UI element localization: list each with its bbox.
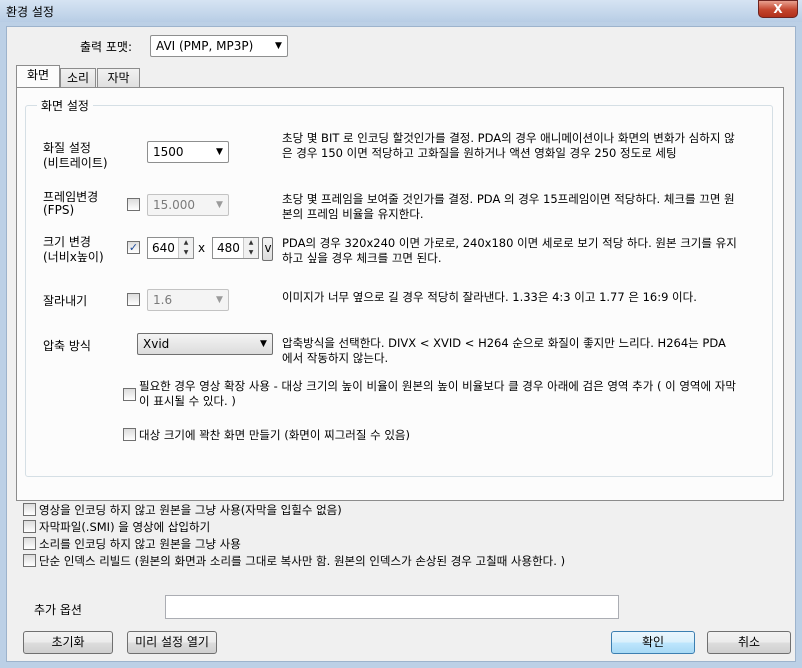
tab-sound-label: 소리 [66, 71, 90, 85]
output-format-dropdown[interactable]: AVI (PMP, MP3P) ▼ [150, 35, 288, 57]
cancel-button-label: 취소 [737, 635, 761, 649]
cancel-button[interactable]: 취소 [707, 631, 791, 654]
output-format-label: 출력 포맷: [80, 40, 133, 54]
chevron-down-icon: ▼ [216, 147, 223, 157]
crop-description: 이미지가 너무 옆으로 길 경우 적당히 잘라낸다. 1.33은 4:3 이고 … [282, 290, 697, 304]
open-presets-label: 미리 설정 열기 [135, 635, 209, 649]
size-sublabel: (너비x높이) [43, 250, 104, 264]
close-button[interactable]: X [758, 0, 798, 18]
tab-subtitle-label: 자막 [107, 71, 130, 85]
option-checkbox-embed-subtitle[interactable] [23, 520, 36, 533]
chevron-down-icon: ▼ [275, 41, 282, 51]
quality-sublabel: (비트레이트) [43, 156, 108, 170]
extra-options-label: 추가 옵션 [34, 603, 82, 617]
chevron-down-icon: ▼ [216, 200, 223, 210]
spin-up-icon[interactable]: ▲ [179, 238, 193, 248]
ok-button[interactable]: 확인 [611, 631, 695, 654]
reset-button-label: 초기화 [51, 635, 85, 649]
option-checkbox-no-audio-encode[interactable] [23, 537, 36, 550]
open-presets-button[interactable]: 미리 설정 열기 [127, 631, 217, 654]
fps-description: 초당 몇 프레임을 보여줄 것인가를 결정. PDA 의 경우 15프레임이면 … [282, 192, 735, 221]
crop-value: 1.6 [153, 293, 173, 307]
option-checkbox-index-rebuild[interactable] [23, 554, 36, 567]
width-spin-buttons[interactable]: ▲ ▼ [178, 238, 193, 258]
stretch-label: 대상 크기에 꽉찬 화면 만들기 (화면이 찌그러질 수 있음) [139, 428, 410, 442]
bitrate-dropdown[interactable]: 1500 ▼ [147, 141, 229, 163]
extra-options-input[interactable] [165, 595, 619, 619]
spin-up-icon[interactable]: ▲ [244, 238, 258, 248]
tab-sound[interactable]: 소리 [60, 68, 96, 87]
chevron-down-icon: ▼ [260, 339, 267, 349]
height-value: 480 [217, 241, 240, 255]
reset-button[interactable]: 초기화 [23, 631, 113, 654]
crop-checkbox[interactable] [127, 293, 140, 306]
width-stepper[interactable]: 640 ▲ ▼ [147, 237, 194, 259]
option-label-index-rebuild: 단순 인덱스 리빌드 (원본의 화면과 소리를 그대로 복사만 함. 원본의 인… [39, 554, 566, 568]
tab-screen-label: 화면 [26, 68, 50, 82]
codec-dropdown[interactable]: Xvid ▼ [137, 333, 273, 355]
crop-dropdown[interactable]: 1.6 ▼ [147, 289, 229, 311]
size-checkbox[interactable]: ✓ [127, 241, 140, 254]
size-preset-button[interactable]: v [262, 237, 273, 261]
group-label: 화면 설정 [37, 97, 93, 114]
output-format-value: AVI (PMP, MP3P) [156, 39, 254, 53]
tab-screen[interactable]: 화면 [16, 65, 60, 87]
window-title: 환경 설정 [6, 5, 54, 19]
title-bar: 환경 설정 X [0, 0, 802, 22]
size-preset-label: v [264, 241, 272, 255]
bitrate-value: 1500 [153, 145, 184, 159]
option-checkbox-no-video-encode[interactable] [23, 503, 36, 516]
fps-checkbox[interactable] [127, 198, 140, 211]
tab-subtitle[interactable]: 자막 [97, 68, 140, 87]
codec-description: 압축방식을 선택한다. DIVX < XVID < H264 순으로 화질이 좋… [282, 336, 726, 365]
option-label-no-video-encode: 영상을 인코딩 하지 않고 원본을 그냥 사용(자막을 입힐수 없음) [39, 503, 342, 517]
size-description: PDA의 경우 320x240 이면 가로로, 240x180 이면 세로로 보… [282, 236, 737, 265]
fps-value: 15.000 [153, 198, 195, 212]
close-icon: X [773, 2, 783, 16]
dialog-client: 출력 포맷: AVI (PMP, MP3P) ▼ 소리 자막 화면 설정 화질 … [6, 26, 796, 662]
letterbox-checkbox[interactable] [123, 388, 136, 401]
spin-down-icon[interactable]: ▼ [244, 248, 258, 258]
fps-dropdown[interactable]: 15.000 ▼ [147, 194, 229, 216]
height-spin-buttons[interactable]: ▲ ▼ [243, 238, 258, 258]
letterbox-label: 필요한 경우 영상 확장 사용 - 대상 크기의 높이 비율이 원본의 높이 비… [139, 379, 736, 408]
option-label-no-audio-encode: 소리를 인코딩 하지 않고 원본을 그냥 사용 [39, 537, 241, 551]
height-stepper[interactable]: 480 ▲ ▼ [212, 237, 259, 259]
fps-sublabel: (FPS) [43, 203, 75, 217]
spin-down-icon[interactable]: ▼ [179, 248, 193, 258]
stretch-checkbox[interactable] [123, 428, 136, 441]
screen-tab-panel: 화면 설정 화질 설정 (비트레이트) 1500 ▼ 초당 몇 BIT 로 인코… [16, 87, 784, 501]
option-label-embed-subtitle: 자막파일(.SMI) 을 영상에 삽입하기 [39, 520, 211, 534]
codec-value: Xvid [143, 337, 170, 351]
ok-button-label: 확인 [641, 635, 665, 649]
size-times: x [198, 241, 206, 255]
crop-label: 잘라내기 [43, 294, 88, 308]
width-value: 640 [152, 241, 175, 255]
chevron-down-icon: ▼ [216, 295, 223, 305]
codec-label: 압축 방식 [43, 339, 91, 353]
quality-description: 초당 몇 BIT 로 인코딩 할것인가를 결정. PDA의 경우 애니메이션이나… [282, 131, 735, 160]
